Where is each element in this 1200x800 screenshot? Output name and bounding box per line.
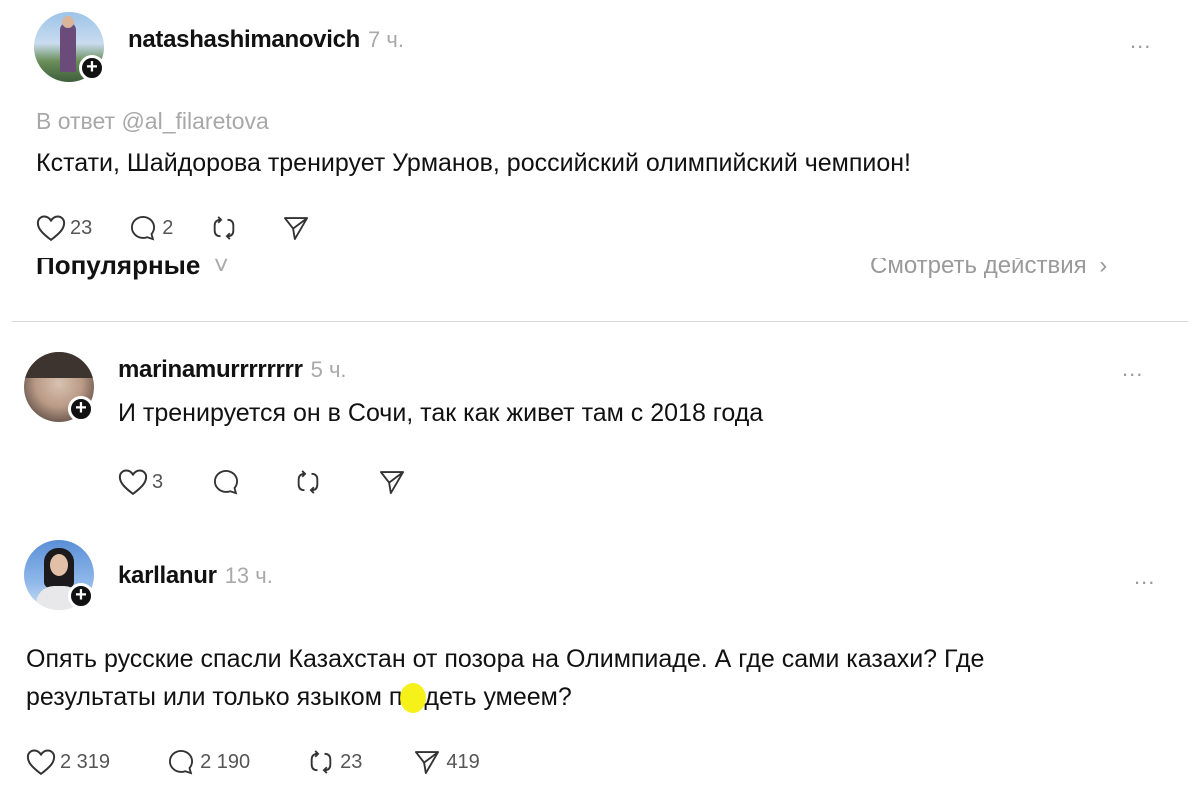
reply-button[interactable]: 2 190 bbox=[166, 748, 250, 776]
share-button[interactable] bbox=[281, 214, 315, 242]
share-count: 419 bbox=[446, 750, 480, 773]
more-options-icon[interactable]: ... bbox=[1134, 564, 1155, 590]
like-count: 23 bbox=[70, 216, 93, 239]
follow-plus-icon[interactable]: + bbox=[79, 55, 105, 81]
repost-button[interactable]: 23 bbox=[306, 748, 362, 776]
heart-icon bbox=[26, 749, 56, 776]
username[interactable]: karllanur bbox=[118, 562, 217, 589]
more-options-icon[interactable]: ... bbox=[1122, 356, 1143, 382]
sort-popular[interactable]: Популярные ˅ bbox=[36, 258, 229, 281]
post-text-part: результаты или только языком п bbox=[26, 683, 403, 711]
post-header: natashashimanovich 7 ч. bbox=[128, 26, 404, 54]
chevron-right-icon: › bbox=[1099, 258, 1108, 279]
reply-count: 2 bbox=[162, 216, 174, 239]
comment-icon bbox=[214, 469, 239, 495]
reply-count: 2 190 bbox=[200, 750, 251, 773]
follow-plus-icon[interactable]: + bbox=[68, 396, 94, 422]
post-text: Опять русские спасли Казахстан от позора… bbox=[26, 640, 1176, 716]
username[interactable]: natashashimanovich bbox=[128, 26, 360, 53]
reply-to-label[interactable]: В ответ @al_filaretova bbox=[36, 108, 269, 135]
timestamp[interactable]: 5 ч. bbox=[311, 357, 347, 382]
more-options-icon[interactable]: ... bbox=[1130, 28, 1151, 54]
view-activity[interactable]: Смотреть действия › bbox=[870, 258, 1107, 280]
timestamp[interactable]: 7 ч. bbox=[368, 27, 404, 52]
comment-icon bbox=[169, 749, 194, 775]
repost-button[interactable] bbox=[293, 468, 327, 496]
post-header: karllanur 13 ч. bbox=[118, 562, 273, 590]
follow-plus-icon[interactable]: + bbox=[68, 583, 94, 609]
username[interactable]: marinamurrrrrrrr bbox=[118, 356, 303, 383]
repost-button[interactable] bbox=[209, 214, 243, 242]
divider bbox=[12, 321, 1188, 322]
post-text: Кстати, Шайдорова тренирует Урманов, рос… bbox=[36, 149, 911, 177]
share-button[interactable] bbox=[377, 468, 411, 496]
post-actions: 3 bbox=[118, 468, 411, 496]
heart-icon bbox=[118, 469, 148, 496]
sort-bar: Популярные ˅ Смотреть действия › bbox=[0, 258, 1200, 284]
like-count: 3 bbox=[152, 470, 164, 493]
reply-button[interactable]: 2 bbox=[128, 214, 173, 242]
like-count: 2 319 bbox=[60, 750, 111, 773]
repost-icon bbox=[297, 470, 319, 494]
cursor-highlight bbox=[400, 683, 427, 714]
heart-icon bbox=[36, 215, 66, 242]
sort-label[interactable]: Популярные bbox=[36, 258, 200, 280]
share-icon bbox=[284, 217, 309, 241]
like-button[interactable]: 2 319 bbox=[26, 748, 110, 776]
post-header: marinamurrrrrrrr 5 ч. bbox=[118, 356, 347, 384]
post-text-part: деть умеем? bbox=[424, 683, 572, 711]
share-icon bbox=[380, 471, 405, 495]
share-button[interactable]: 419 bbox=[412, 748, 480, 776]
reply-button[interactable] bbox=[211, 468, 245, 496]
repost-icon bbox=[214, 216, 235, 240]
chevron-down-icon: ˅ bbox=[213, 258, 229, 280]
post-text-line: Опять русские спасли Казахстан от позора… bbox=[26, 645, 985, 673]
share-icon bbox=[415, 751, 440, 775]
post-actions: 23 2 bbox=[36, 214, 315, 242]
repost-icon bbox=[310, 750, 332, 774]
comment-icon bbox=[131, 215, 156, 241]
post-text-line: результаты или только языком п деть умеем… bbox=[26, 678, 1176, 716]
post-text: И тренируется он в Сочи, так как живет т… bbox=[118, 399, 764, 427]
like-button[interactable]: 3 bbox=[118, 468, 163, 496]
like-button[interactable]: 23 bbox=[36, 214, 92, 242]
view-activity-link[interactable]: Смотреть действия bbox=[870, 258, 1087, 279]
post-actions: 2 319 2 190 23 419 bbox=[26, 748, 480, 776]
repost-count: 23 bbox=[340, 750, 363, 773]
timestamp[interactable]: 13 ч. bbox=[225, 563, 273, 588]
